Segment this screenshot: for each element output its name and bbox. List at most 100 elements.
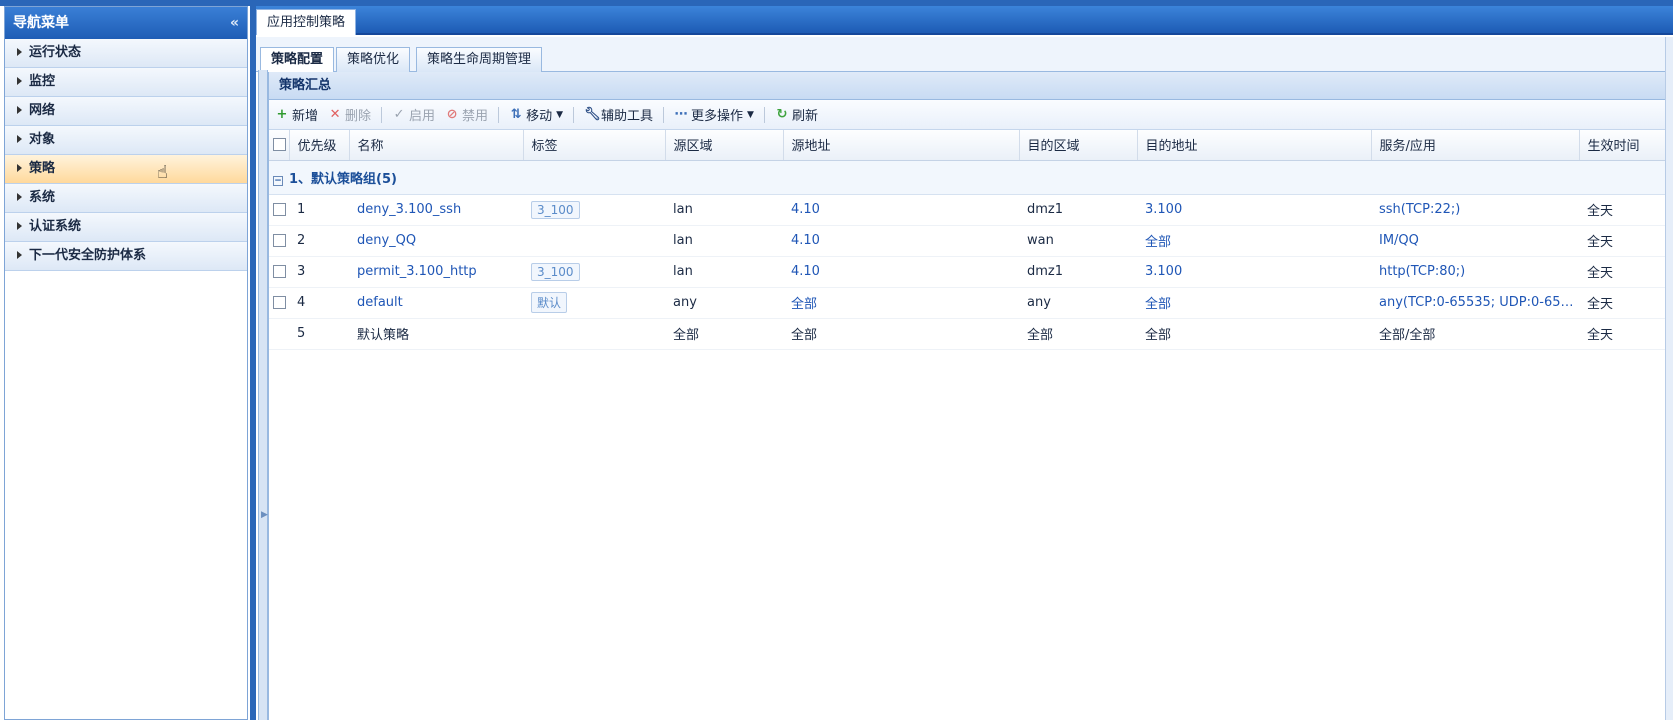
hand-cursor-icon: ☝ [157,162,168,183]
table-row[interactable]: 1 deny_3.100_ssh 3_100 lan 4.10 dmz1 3.1… [269,194,1673,226]
more-dots-icon: ⋯ [674,107,688,122]
tab-app-control-policy[interactable]: 应用控制策略 [256,9,357,35]
delete-label: 删除 [345,109,372,124]
cell-name[interactable]: deny_3.100_ssh [349,194,523,226]
tab-policy-lifecycle[interactable]: 策略生命周期管理 [416,47,543,72]
policy-table: 优先级 名称 标签 源区域 源地址 目的区域 目的地址 服务/应用 生效时间 −… [269,130,1673,350]
nav-item-monitor[interactable]: 监控 [5,68,247,97]
main-area: 应用控制策略 策略配置 策略优化 策略生命周期管理 策略汇总 + 新增 ✕ 删除 ✓… [256,6,1673,720]
column-header[interactable]: 优先级 [289,130,350,161]
delete-button[interactable]: ✕ 删除 [328,105,371,124]
cell-service[interactable]: ssh(TCP:22;) [1371,194,1579,226]
cell-src-zone: any [665,287,783,319]
nav-item-network[interactable]: 网络 [5,97,247,126]
expand-arrow-icon [17,47,22,56]
column-header[interactable]: 源区域 [665,130,784,161]
nav-item-label: 系统 [29,190,56,205]
add-label: 新增 [292,109,319,124]
column-header[interactable]: 生效时间 [1579,130,1673,161]
group-row[interactable]: −1、默认策略组(5) [269,160,1673,195]
disable-button[interactable]: ⊘ 禁用 [445,105,488,124]
expand-arrow-icon [17,192,22,201]
more-actions-button[interactable]: ⋯ 更多操作 ▼ [674,105,754,124]
cell-priority: 1 [289,194,349,226]
column-header[interactable]: 服务/应用 [1371,130,1580,161]
expand-arrow-icon [17,163,22,172]
cell-name[interactable]: default [349,287,523,319]
cell-src-zone: lan [665,194,783,226]
cell-src-addr[interactable]: 4.10 [783,194,1019,226]
close-icon: ✕ [329,107,341,122]
refresh-icon: ↻ [776,107,788,122]
expand-arrow-icon [17,221,22,230]
table-row[interactable]: 3 permit_3.100_http 3_100 lan 4.10 dmz1 … [269,256,1673,288]
move-button[interactable]: ⇅ 移动 ▼ [509,105,563,124]
row-checkbox[interactable] [273,234,286,247]
cell-src-addr[interactable]: 4.10 [783,225,1019,257]
column-header[interactable]: 目的地址 [1137,130,1372,161]
cell-tag [523,318,665,350]
nav-item-next-gen-security[interactable]: 下一代安全防护体系 [5,242,247,271]
sub-tabbar: 策略配置 策略优化 策略生命周期管理 [256,37,1673,73]
cell-service[interactable]: any(TCP:0-65535; UDP:0-655... [1371,287,1579,319]
move-icon: ⇅ [510,107,522,122]
cell-service[interactable]: IM/QQ [1371,225,1579,257]
refresh-button[interactable]: ↻ 刷新 [775,105,818,124]
cell-name[interactable]: deny_QQ [349,225,523,257]
select-all-checkbox-cell[interactable] [269,130,290,161]
collapse-icon[interactable]: « [230,7,239,39]
tab-policy-config[interactable]: 策略配置 [260,47,335,73]
collapse-group-icon[interactable]: − [273,175,283,186]
column-header[interactable]: 标签 [523,130,666,161]
nav-item-label: 运行状态 [29,45,82,60]
table-row[interactable]: 4 default 默认 any 全部 any 全部 any(TCP:0-655… [269,287,1673,319]
nav-item-label: 监控 [29,74,56,89]
enable-button[interactable]: ✓ 启用 [392,105,435,124]
toolbar-separator [663,106,665,123]
add-button[interactable]: + 新增 [275,105,318,124]
row-checkbox[interactable] [273,203,286,216]
nav-item-auth[interactable]: 认证系统 [5,213,247,242]
cell-dst-zone: dmz1 [1019,194,1137,226]
more-label: 更多操作 [691,109,744,124]
cell-dst-addr[interactable]: 全部 [1137,287,1371,319]
nav-item-system[interactable]: 系统 [5,184,247,213]
collapse-strip[interactable]: ▶ [258,70,268,720]
cell-dst-addr[interactable]: 全部 [1137,225,1371,257]
cell-src-zone: 全部 [665,318,783,350]
cell-time: 全天 [1579,225,1673,257]
cell-src-addr[interactable]: 全部 [783,287,1019,319]
cell-priority: 4 [289,287,349,319]
cell-priority: 5 [289,318,349,350]
tools-button[interactable]: 🔧︎ 辅助工具 [584,105,653,124]
nav-item-policy[interactable]: 策略 ☝ [5,155,247,184]
cell-dst-addr[interactable]: 3.100 [1137,194,1371,226]
cell-dst-addr[interactable]: 3.100 [1137,256,1371,288]
cell-time: 全天 [1579,256,1673,288]
nav-item-object[interactable]: 对象 [5,126,247,155]
nav-item-status[interactable]: 运行状态 [5,39,247,68]
table-row[interactable]: 2 deny_QQ lan 4.10 wan 全部 IM/QQ 全天 [269,225,1673,257]
cell-src-addr[interactable]: 4.10 [783,256,1019,288]
disable-label: 禁用 [462,109,489,124]
right-scroll-edge[interactable] [1665,37,1673,720]
cell-service[interactable]: http(TCP:80;) [1371,256,1579,288]
column-header[interactable]: 目的区域 [1019,130,1138,161]
row-checkbox-cell [269,318,289,350]
expand-handle-icon[interactable]: ▶ [261,510,268,530]
cell-name[interactable]: permit_3.100_http [349,256,523,288]
column-header[interactable]: 名称 [349,130,524,161]
row-checkbox[interactable] [273,296,286,309]
move-label: 移动 [526,109,553,124]
table-row[interactable]: 5 默认策略 全部 全部 全部 全部 全部/全部 全天 [269,318,1673,350]
row-checkbox[interactable] [273,265,286,278]
cell-dst-zone: 全部 [1019,318,1137,350]
tab-policy-optimize[interactable]: 策略优化 [336,47,411,72]
nav-item-label: 网络 [29,103,56,118]
cell-tag: 默认 [523,287,665,319]
select-all-checkbox[interactable] [273,138,286,152]
column-header[interactable]: 源地址 [783,130,1020,161]
caret-down-icon: ▼ [747,109,754,120]
cell-dst-zone: dmz1 [1019,256,1137,288]
nav-item-label: 认证系统 [29,219,82,234]
